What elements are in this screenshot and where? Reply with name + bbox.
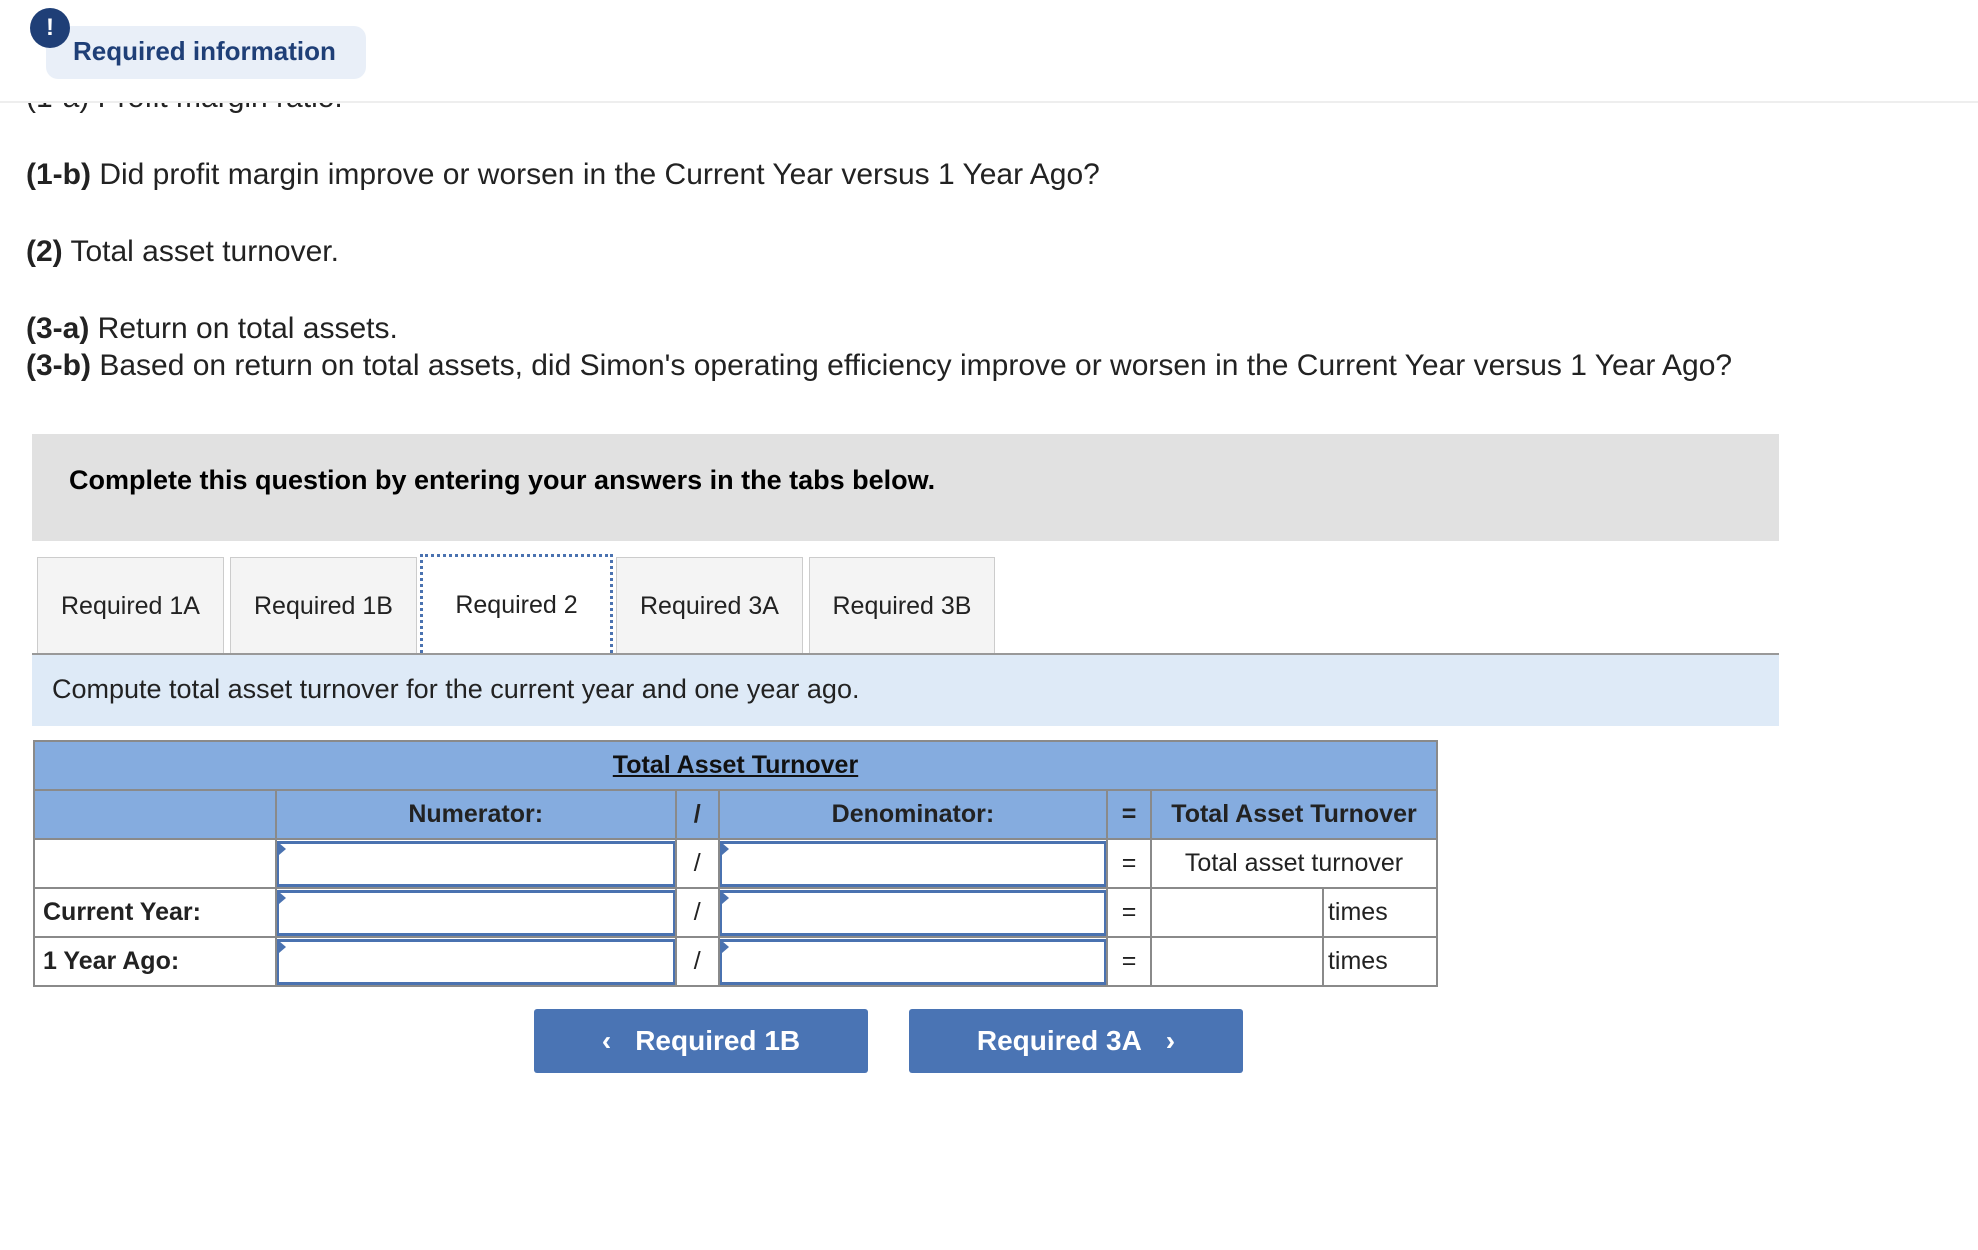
clipped-question: (1-a) Profit margin ratio. bbox=[0, 103, 1978, 123]
next-label: Required 3A bbox=[976, 1025, 1142, 1056]
slash: / bbox=[674, 936, 720, 987]
header-denominator: Denominator: bbox=[717, 789, 1109, 840]
current-denominator-input[interactable] bbox=[719, 889, 1107, 936]
header-slash: / bbox=[674, 789, 720, 840]
unit-label: times bbox=[1321, 887, 1439, 938]
formula-numerator-input[interactable] bbox=[276, 840, 675, 887]
numerator-cell[interactable] bbox=[274, 936, 677, 987]
question-3a: (3-a) Return on total assets. bbox=[26, 312, 398, 345]
slash: / bbox=[674, 838, 720, 889]
header-blank bbox=[33, 789, 277, 840]
instructions-text: Complete this question by entering your … bbox=[69, 465, 936, 495]
result-value bbox=[1150, 887, 1324, 938]
equals: = bbox=[1106, 887, 1153, 938]
tab-required-3b[interactable]: Required 3B bbox=[809, 557, 995, 653]
formula-result-label: Total asset turnover bbox=[1150, 838, 1438, 889]
denominator-cell[interactable] bbox=[717, 887, 1109, 938]
formula-denominator-input[interactable] bbox=[719, 840, 1107, 887]
denominator-cell[interactable] bbox=[717, 936, 1109, 987]
question-2: (2) Total asset turnover. bbox=[26, 235, 339, 268]
table-row: Current Year: / = times bbox=[33, 887, 1439, 938]
unit-label: times bbox=[1321, 936, 1439, 987]
question-1a: (1-a) Profit margin ratio. bbox=[26, 103, 343, 115]
slash: / bbox=[674, 887, 720, 938]
row-label: 1 Year Ago: bbox=[33, 936, 277, 987]
blank-cell bbox=[33, 838, 277, 889]
header-equals: = bbox=[1106, 789, 1153, 840]
task-instruction: Compute total asset turnover for the cur… bbox=[32, 655, 1779, 726]
formula-numerator-select[interactable] bbox=[274, 838, 677, 889]
prior-numerator-input[interactable] bbox=[276, 938, 675, 985]
header-numerator: Numerator: bbox=[274, 789, 677, 840]
question-3b: (3-b) Based on return on total assets, d… bbox=[26, 349, 1733, 382]
alert-icon: ! bbox=[30, 8, 70, 48]
chevron-right-icon: › bbox=[1165, 1025, 1176, 1056]
tab-required-1b[interactable]: Required 1B bbox=[230, 557, 417, 653]
turnover-table: Total Asset Turnover Numerator: / Denomi… bbox=[33, 740, 1439, 987]
current-numerator-input[interactable] bbox=[276, 889, 675, 936]
equals: = bbox=[1106, 936, 1153, 987]
header-result: Total Asset Turnover bbox=[1150, 789, 1438, 840]
next-button[interactable]: Required 3A › bbox=[909, 1009, 1243, 1073]
table-row: 1 Year Ago: / = times bbox=[33, 936, 1439, 987]
formula-denominator-select[interactable] bbox=[717, 838, 1109, 889]
tab-required-1a[interactable]: Required 1A bbox=[37, 557, 224, 653]
result-value bbox=[1150, 936, 1324, 987]
prev-label: Required 1B bbox=[635, 1025, 801, 1056]
equals: = bbox=[1106, 838, 1153, 889]
required-info-label[interactable]: Required information bbox=[73, 36, 336, 67]
chevron-left-icon: ‹ bbox=[601, 1025, 612, 1056]
prev-button[interactable]: ‹ Required 1B bbox=[534, 1009, 868, 1073]
formula-row: / = Total asset turnover bbox=[33, 838, 1438, 889]
row-label: Current Year: bbox=[33, 887, 277, 938]
prior-denominator-input[interactable] bbox=[719, 938, 1107, 985]
table-title: Total Asset Turnover bbox=[33, 740, 1438, 791]
instructions-box: Complete this question by entering your … bbox=[32, 434, 1779, 541]
question-1b: (1-b) Did profit margin improve or worse… bbox=[26, 158, 1100, 191]
numerator-cell[interactable] bbox=[274, 887, 677, 938]
tab-required-3a[interactable]: Required 3A bbox=[616, 557, 803, 653]
tab-required-2[interactable]: Required 2 bbox=[420, 554, 613, 653]
